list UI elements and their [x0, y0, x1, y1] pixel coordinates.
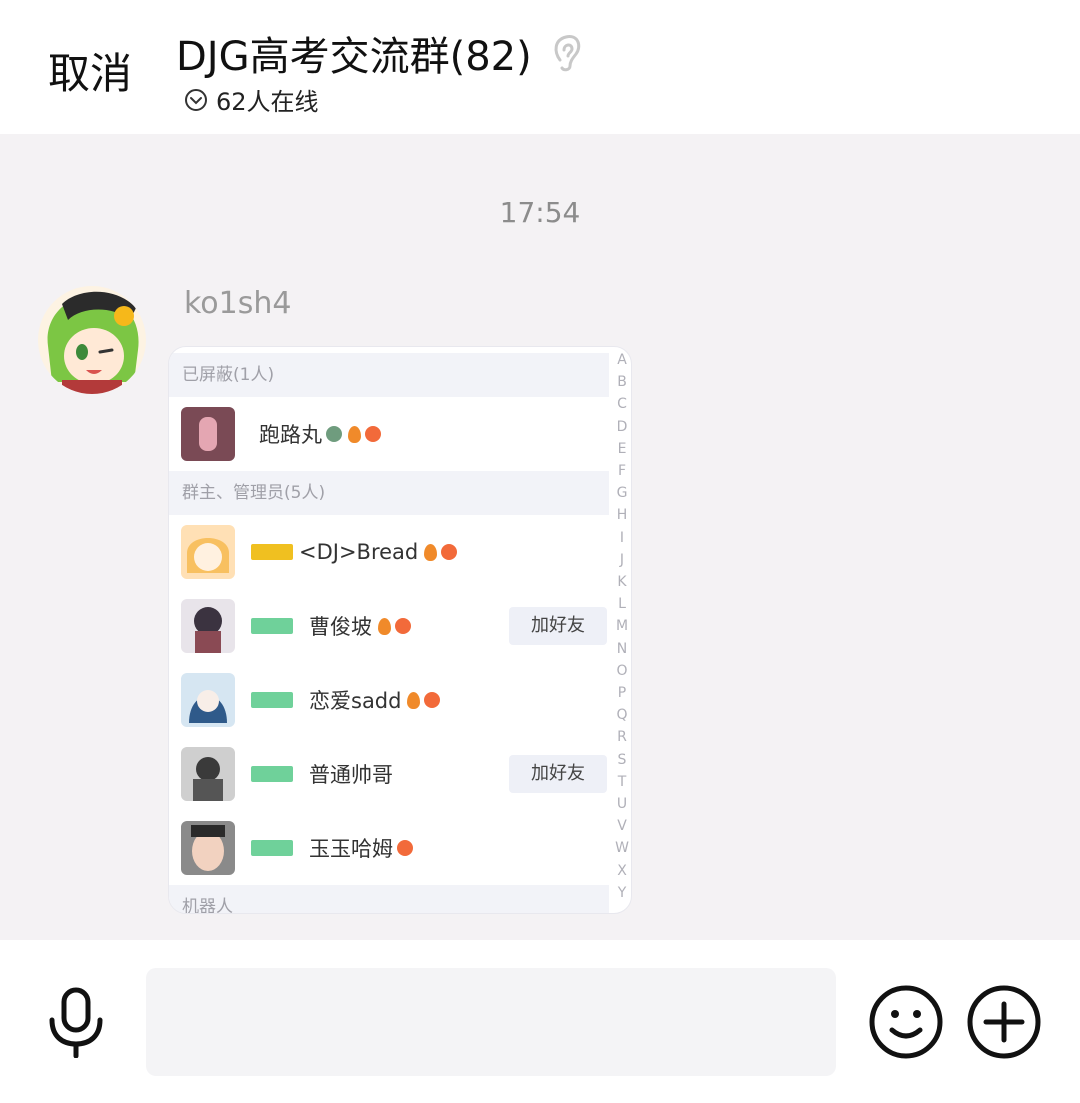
index-letter[interactable]: S — [618, 749, 627, 771]
member-row: <DJ>Bread — [169, 515, 609, 589]
index-letter[interactable]: O — [616, 660, 627, 682]
medal-icon — [397, 840, 413, 856]
member-name: 玉玉哈姆 — [309, 837, 393, 861]
index-letter[interactable]: B — [617, 371, 627, 393]
member-row: 普通帅哥 加好友 — [169, 737, 609, 811]
admin-badge — [251, 692, 293, 708]
admin-badge — [251, 618, 293, 634]
title-row: DJG高考交流群(82) — [176, 24, 584, 82]
admin-badge — [251, 840, 293, 856]
member-name-wrap: 跑路丸 — [259, 419, 381, 449]
add-friend-button[interactable]: 加好友 — [509, 607, 607, 645]
member-avatar — [181, 525, 235, 579]
member-name-wrap: 普通帅哥 — [309, 759, 393, 789]
online-count: 62人在线 — [216, 88, 319, 116]
index-letter[interactable]: T — [618, 771, 627, 793]
index-letter[interactable]: F — [618, 460, 626, 482]
member-name: 普通帅哥 — [309, 763, 393, 787]
index-letter[interactable]: A — [617, 349, 627, 371]
index-letter[interactable]: R — [617, 726, 627, 748]
index-letter[interactable]: G — [617, 482, 628, 504]
medal-icon — [395, 618, 411, 634]
group-title[interactable]: DJG高考交流群(82) — [176, 24, 532, 82]
index-letter[interactable]: J — [620, 549, 624, 571]
member-name-wrap: 恋爱sadd — [309, 685, 441, 715]
member-avatar — [181, 821, 235, 875]
alphabet-index[interactable]: ABCDEFGHIJKLMNOPQRSTUVWXY — [613, 349, 631, 904]
online-status[interactable]: 62人在线 — [184, 82, 319, 117]
member-name-wrap: <DJ>Bread — [299, 540, 458, 564]
section-header-admins: 群主、管理员(5人) — [169, 471, 609, 515]
index-letter[interactable]: M — [616, 615, 628, 637]
member-avatar — [181, 407, 235, 461]
index-letter[interactable]: I — [620, 527, 624, 549]
index-letter[interactable]: P — [618, 682, 626, 704]
flame-icon — [424, 543, 438, 561]
member-row: 曹俊坡 加好友 — [169, 589, 609, 663]
chat-area: 17:54 ko1sh4 已屏蔽(1人) 跑路丸 群主、管理员(5人) <DJ>… — [0, 134, 1080, 940]
index-letter[interactable]: E — [618, 438, 627, 460]
member-avatar — [181, 673, 235, 727]
flame-icon — [348, 425, 361, 443]
smiley-icon[interactable] — [868, 984, 944, 1060]
flame-icon — [407, 691, 421, 709]
message-timestamp: 17:54 — [499, 196, 581, 229]
member-name: <DJ>Bread — [299, 540, 419, 564]
ear-icon[interactable] — [550, 32, 584, 74]
index-letter[interactable]: V — [617, 815, 627, 837]
member-name: 跑路丸 — [259, 423, 322, 447]
admin-badge — [251, 766, 293, 782]
member-avatar — [181, 747, 235, 801]
index-letter[interactable]: Q — [616, 704, 627, 726]
message-input[interactable] — [146, 968, 836, 1076]
index-letter[interactable]: W — [615, 837, 629, 859]
input-bar — [0, 940, 1080, 1103]
sender-avatar[interactable] — [38, 286, 146, 394]
medal-icon — [441, 544, 458, 560]
member-name: 曹俊坡 — [309, 615, 372, 639]
fish-icon — [326, 426, 342, 442]
add-friend-button[interactable]: 加好友 — [509, 755, 607, 793]
member-list-screenshot[interactable]: 已屏蔽(1人) 跑路丸 群主、管理员(5人) <DJ>Bread 曹俊坡 加好友… — [168, 346, 632, 914]
index-letter[interactable]: U — [617, 793, 627, 815]
section-header-blocked: 已屏蔽(1人) — [169, 353, 609, 397]
member-row: 恋爱sadd — [169, 663, 609, 737]
plus-circle-icon[interactable] — [966, 984, 1042, 1060]
medal-icon — [365, 426, 381, 442]
microphone-icon[interactable] — [44, 986, 108, 1058]
member-row: 跑路丸 — [169, 397, 609, 471]
index-letter[interactable]: H — [617, 504, 628, 526]
index-letter[interactable]: N — [617, 638, 627, 660]
medal-icon — [424, 692, 441, 708]
index-letter[interactable]: D — [617, 416, 628, 438]
member-name-wrap: 曹俊坡 — [309, 611, 411, 641]
index-letter[interactable]: X — [617, 860, 627, 882]
cancel-button[interactable]: 取消 — [48, 40, 132, 101]
member-avatar — [181, 599, 235, 653]
member-row: 玉玉哈姆 — [169, 811, 609, 885]
sender-name: ko1sh4 — [184, 286, 292, 321]
flame-icon — [378, 617, 391, 635]
section-header-bots: 机器人 — [169, 885, 609, 913]
index-letter[interactable]: L — [618, 593, 626, 615]
member-name: 恋爱sadd — [309, 689, 402, 713]
anime-avatar-image — [38, 286, 146, 394]
index-letter[interactable]: Y — [618, 882, 627, 904]
index-letter[interactable]: K — [617, 571, 626, 593]
member-name-wrap: 玉玉哈姆 — [309, 833, 413, 863]
index-letter[interactable]: C — [617, 393, 627, 415]
chat-header: 取消 DJG高考交流群(82) 62人在线 — [0, 0, 1080, 134]
owner-badge — [251, 544, 293, 560]
chevron-down-circle-icon — [185, 88, 207, 111]
